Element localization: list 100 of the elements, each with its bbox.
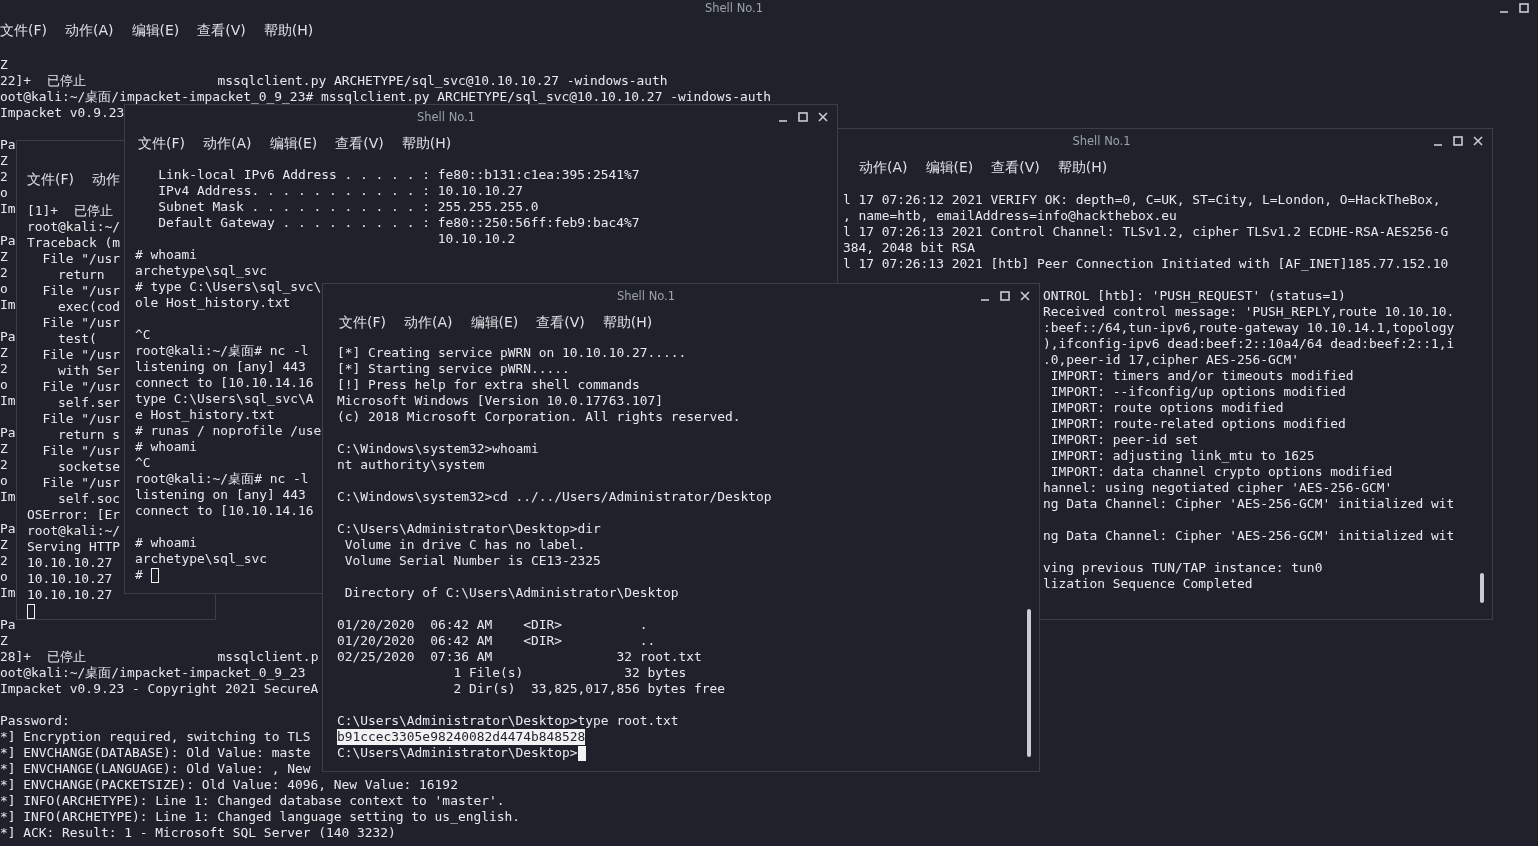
terminal-line: # whoami	[135, 439, 198, 455]
terminal-line: ving previous TUN/TAP instance: tun0	[1043, 560, 1323, 576]
terminal-line: Microsoft Windows [Version 10.0.17763.107]	[337, 393, 663, 409]
terminal-line: nt authority\system	[337, 457, 485, 473]
terminal-line: Pa	[0, 617, 16, 633]
terminal-line: lization Sequence Completed	[1043, 576, 1253, 592]
menu-item[interactable]: 查看(V)	[536, 314, 585, 332]
terminal-line: OSError: [Er	[27, 507, 121, 523]
terminal-line: [*] Starting service pWRN.....	[337, 361, 570, 377]
terminal-line: C:\Users\Administrator\Desktop>dir	[337, 521, 601, 537]
window-title: Shell No.1	[703, 1, 765, 15]
terminal-line: oot@kali:~/桌面/impacket-impacket_0_9_23# mssqlclient.py ARCHETYPE/sql_svc@10.10.10.27 -windows-auth	[0, 89, 772, 105]
terminal-line: o	[0, 281, 8, 297]
maximize-icon[interactable]	[1452, 135, 1464, 147]
terminal-line: File "/usr	[41, 379, 121, 395]
terminal-line: l 17 07:26:13 2021 [htb] Peer Connection Initiated with [AF_INET]185.77.152.10	[843, 256, 1449, 272]
terminal-line: return s	[57, 427, 121, 443]
menu-item[interactable]: 帮助(H)	[263, 22, 314, 40]
terminal-line: Password:	[0, 713, 70, 729]
terminal-line: *] INFO(ARCHETYPE): Line 1: Changed database context to 'master'.	[0, 793, 505, 809]
terminal-line: l 17 07:26:13 2021 Control Channel: TLSv1.2, cipher TLSv1.2 ECDHE-RSA-AES256-G	[843, 224, 1449, 240]
terminal-line: C:\Windows\system32>whoami	[337, 441, 539, 457]
terminal-line: *] INFO(ARCHETYPE): Line 1: Changed language setting to us_english.	[0, 809, 520, 825]
maximize-icon[interactable]	[797, 111, 809, 123]
terminal-line: *] ENVCHANGE(DATABASE): Old Value: maste	[0, 745, 311, 761]
terminal-line: # runas / noprofile /use	[135, 423, 322, 439]
window-title: Shell No.1	[1071, 134, 1132, 148]
terminal-line: # type C:\Users\sql_svc\	[135, 279, 322, 295]
terminal-line: Z	[0, 249, 8, 265]
terminal-line: 10.10.10.27	[27, 587, 113, 603]
scrollbar[interactable]	[1480, 573, 1484, 603]
terminal-line: socketse	[57, 459, 121, 475]
terminal-line: # whoami	[135, 535, 198, 551]
terminal-line: C:\Windows\system32>cd ../../Users/Administrator/Desktop	[337, 489, 772, 505]
terminal-line: #	[135, 567, 144, 583]
terminal-line: 2	[0, 361, 8, 377]
terminal-line: Impacket v0.9.23 - Copyright 2021 SecureA	[0, 681, 319, 697]
terminal-line: [1]+ 已停止	[27, 203, 113, 219]
terminal-line: IMPORT: timers and/or timeouts modified	[1049, 368, 1354, 384]
terminal-line: , name=htb, emailAddress=info@hackthebox.eu	[843, 208, 1177, 224]
menu-item[interactable]: 查看(V)	[197, 22, 246, 40]
maximize-icon[interactable]	[999, 290, 1011, 302]
terminal-line: e Host_history.txt	[135, 407, 275, 423]
terminal-line: self.ser	[57, 395, 121, 411]
close-icon[interactable]	[1019, 290, 1031, 302]
terminal-line: ^C	[135, 327, 151, 343]
selected-text: b91ccec3305e98240082d4474b848528	[337, 729, 586, 745]
terminal-line: Pa	[0, 137, 16, 153]
close-icon[interactable]	[1472, 135, 1484, 147]
terminal-line: File "/usr	[41, 315, 121, 331]
terminal-line: 22]+ 已停止 mssqlclient.py ARCHETYPE/sql_svc@10.10.10.27 -windows-auth	[0, 73, 668, 89]
menu-item[interactable]: 动作(A)	[859, 159, 908, 177]
terminal-line: Im	[0, 393, 16, 409]
terminal-line: ole Host_history.txt	[135, 295, 291, 311]
terminal-line: Z	[0, 537, 8, 553]
terminal-line: listening on [any] 443	[135, 487, 306, 503]
menu-item[interactable]: 编辑(E)	[131, 22, 180, 40]
terminal-line: root@kali:~/	[27, 219, 121, 235]
menu-item[interactable]: 动作(A)	[65, 22, 114, 40]
terminal-line: o	[0, 185, 8, 201]
menu-item[interactable]: 帮助(H)	[1057, 159, 1108, 177]
terminal-line: Im	[0, 297, 16, 313]
menu-item[interactable]: 动作(A)	[404, 314, 453, 332]
menu-item[interactable]: 文件(F)	[0, 22, 47, 40]
terminal-line: o	[0, 473, 8, 489]
terminal-line: archetype\sql_svc	[135, 551, 267, 567]
menu-item[interactable]: 动作(A)	[203, 135, 252, 153]
terminal-line: l 17 07:26:12 2021 VERIFY OK: depth=0, C=UK, ST=City, L=London, O=HackTheBox,	[843, 192, 1441, 208]
terminal-line: IMPORT: route options modified	[1049, 400, 1284, 416]
terminal-line: Volume in drive C has no label.	[343, 537, 586, 553]
terminal-line: Im	[0, 585, 16, 601]
menu-item[interactable]: 编辑(E)	[925, 159, 974, 177]
terminal-line: File "/usr	[41, 251, 121, 267]
menu-item[interactable]: 编辑(E)	[470, 314, 519, 332]
menu-item[interactable]: 查看(V)	[335, 135, 384, 153]
terminal-line: Traceback (m	[27, 235, 121, 251]
terminal-line: with Ser	[57, 363, 121, 379]
terminal-line: ng Data Channel: Cipher 'AES-256-GCM' initialized wit	[1043, 528, 1455, 544]
menu-item[interactable]: 文件(F)	[138, 135, 185, 153]
terminal-line: ^C	[135, 455, 151, 471]
terminal-line: 01/20/2020 06:42 AM <DIR> ..	[337, 633, 656, 649]
menu-item[interactable]: 查看(V)	[991, 159, 1040, 177]
terminal-line: Impacket v0.9.23	[0, 105, 125, 121]
terminal-line: self.soc	[57, 491, 121, 507]
menu-item[interactable]: 帮助(H)	[401, 135, 452, 153]
menu-item[interactable]: 编辑(E)	[269, 135, 318, 153]
terminal-line: 2	[0, 553, 8, 569]
scrollbar[interactable]	[1027, 609, 1031, 757]
menu-item[interactable]: 动作	[92, 171, 120, 189]
terminal-line: File "/usr	[41, 475, 121, 491]
terminal-line: IMPORT: peer-id set	[1049, 432, 1199, 448]
menu-item[interactable]: 帮助(H)	[602, 314, 653, 332]
terminal-line: # whoami	[135, 247, 198, 263]
menu-item[interactable]: 文件(F)	[27, 171, 74, 189]
terminal-line: Pa	[0, 425, 16, 441]
close-icon[interactable]	[817, 111, 829, 123]
menu-item[interactable]: 文件(F)	[339, 314, 386, 332]
terminal-line: 2	[0, 265, 8, 281]
maximize-icon[interactable]	[1518, 2, 1530, 14]
terminal-line: ONTROL [htb]: 'PUSH_REQUEST' (status=1)	[1043, 288, 1346, 304]
